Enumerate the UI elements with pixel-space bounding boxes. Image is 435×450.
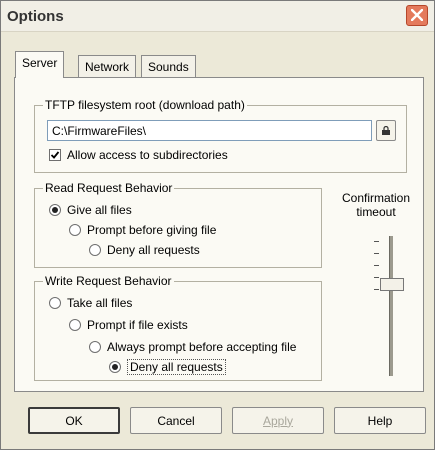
confirmation-label-line2: timeout [356, 205, 396, 219]
title-bar[interactable]: Options [1, 1, 434, 32]
confirmation-timeout-label: Confirmation timeout [331, 191, 421, 219]
tftp-root-legend: TFTP filesystem root (download path) [43, 98, 247, 112]
prompt-before-giving-label: Prompt before giving file [87, 223, 217, 237]
always-prompt-radio[interactable] [89, 341, 101, 353]
slider-tick [374, 253, 379, 254]
slider-tick [374, 289, 379, 290]
confirmation-timeout-slider-thumb[interactable] [380, 278, 404, 291]
lock-icon [382, 126, 390, 135]
write-option-take-all[interactable]: Take all files [49, 295, 132, 311]
browse-button[interactable] [376, 120, 396, 141]
tab-server-label: Server [22, 56, 58, 70]
write-request-legend: Write Request Behavior [43, 274, 174, 288]
take-all-files-label: Take all files [67, 296, 133, 310]
read-option-prompt[interactable]: Prompt before giving file [69, 222, 216, 238]
ok-button[interactable]: OK [28, 407, 120, 434]
slider-tick [374, 241, 379, 242]
read-option-give-all[interactable]: Give all files [49, 202, 132, 218]
read-deny-all-label: Deny all requests [107, 243, 200, 257]
checkmark-icon [50, 151, 60, 159]
write-option-always-prompt[interactable]: Always prompt before accepting file [89, 339, 296, 355]
read-request-legend: Read Request Behavior [43, 181, 175, 195]
prompt-if-exists-radio[interactable] [69, 319, 81, 331]
ok-button-label: OK [65, 413, 83, 428]
slider-tick [374, 277, 379, 278]
write-deny-all-label: Deny all requests [127, 359, 226, 375]
help-button[interactable]: Help [334, 407, 426, 434]
allow-subdirectories-row[interactable]: Allow access to subdirectories [49, 147, 228, 163]
tab-sounds[interactable]: Sounds [141, 55, 196, 77]
close-icon [411, 9, 423, 21]
prompt-if-exists-label: Prompt if file exists [87, 318, 188, 332]
cancel-button-label: Cancel [157, 413, 195, 428]
give-all-files-radio[interactable] [49, 204, 61, 216]
close-button[interactable] [406, 5, 428, 26]
window-title: Options [7, 8, 64, 25]
write-deny-all-radio[interactable] [109, 361, 121, 373]
options-dialog: Options Server Network Sounds TFTP files… [0, 0, 435, 450]
confirmation-timeout-slider-track[interactable] [389, 236, 393, 376]
download-path-input[interactable] [47, 120, 372, 141]
help-button-label: Help [367, 413, 393, 428]
tab-sounds-label: Sounds [148, 60, 189, 74]
allow-subdirectories-checkbox[interactable] [49, 149, 61, 161]
apply-button-label: Apply [262, 413, 294, 428]
tab-network[interactable]: Network [78, 55, 137, 77]
read-option-deny[interactable]: Deny all requests [89, 242, 200, 258]
apply-button[interactable]: Apply [232, 407, 324, 434]
slider-tick [374, 265, 379, 266]
confirmation-label-line1: Confirmation [341, 191, 411, 205]
give-all-files-label: Give all files [67, 203, 132, 217]
prompt-before-giving-radio[interactable] [69, 224, 81, 236]
tab-server[interactable]: Server [15, 51, 65, 78]
cancel-button[interactable]: Cancel [130, 407, 222, 434]
take-all-files-radio[interactable] [49, 297, 61, 309]
write-option-deny[interactable]: Deny all requests [109, 359, 226, 375]
write-option-prompt-exists[interactable]: Prompt if file exists [69, 317, 188, 333]
allow-subdirectories-label: Allow access to subdirectories [67, 148, 228, 162]
tab-network-label: Network [85, 60, 130, 74]
read-deny-all-radio[interactable] [89, 244, 101, 256]
always-prompt-label: Always prompt before accepting file [107, 340, 297, 354]
